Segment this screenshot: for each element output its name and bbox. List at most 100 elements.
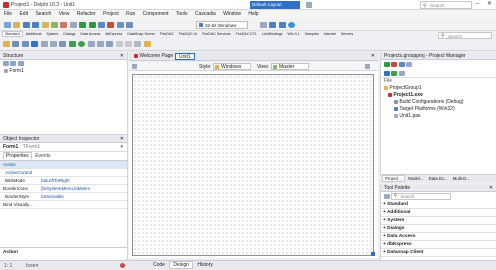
property-row-borderstyle[interactable]: BorderStyle bsSizeable: [0, 193, 127, 201]
structure-close-icon[interactable]: ✕: [120, 52, 124, 60]
menu-refactor[interactable]: Refactor: [77, 11, 96, 17]
structure-down-icon[interactable]: [17, 61, 24, 67]
menu-tools[interactable]: Tools: [176, 11, 188, 17]
menu-view[interactable]: View: [59, 11, 70, 17]
actionlist-component-icon[interactable]: [143, 41, 151, 47]
title-search-box[interactable]: ⚲ Search: [420, 1, 472, 9]
menu-search[interactable]: Search: [35, 11, 51, 17]
status-tab-history[interactable]: History: [194, 262, 216, 268]
groupbox-component-icon[interactable]: [115, 41, 123, 47]
palette-tab-win31[interactable]: Win 3.1: [285, 32, 301, 36]
pm-item-unit1[interactable]: Unit1.pas: [381, 113, 496, 120]
toggle-form-icon[interactable]: [69, 22, 77, 28]
new-icon[interactable]: [4, 22, 11, 28]
run-without-debug-icon[interactable]: [88, 22, 96, 28]
pm-refresh-icon[interactable]: [391, 71, 398, 77]
frame-component-icon[interactable]: [3, 41, 10, 47]
menu-help[interactable]: Help: [248, 11, 258, 17]
status-tab-code[interactable]: Code: [150, 262, 168, 268]
palette-category-system[interactable]: + System: [381, 217, 496, 225]
device-icon[interactable]: [260, 22, 267, 28]
palette-tab-internet[interactable]: Internet: [322, 32, 338, 36]
pm-item-build-config[interactable]: Build Configurations (Debug): [381, 99, 496, 106]
palette-tab-system[interactable]: System: [44, 32, 60, 36]
checkbox-component-icon[interactable]: [68, 41, 76, 47]
menu-component[interactable]: Component: [143, 11, 169, 17]
palette-tab-livebindings[interactable]: LiveBindings: [260, 32, 284, 36]
palette-category-dbexpress[interactable]: + dbExpress: [381, 241, 496, 249]
pm-item-projectgroup[interactable]: ProjectGroup1: [381, 85, 496, 92]
popup-menu-component-icon[interactable]: [21, 41, 29, 47]
palette-tab-servers[interactable]: Servers: [339, 32, 355, 36]
property-row-activecontrol[interactable]: ActiveControl: [0, 169, 127, 177]
palette-category-datasnap-client[interactable]: + Datasnap Client: [381, 249, 496, 257]
stop-icon[interactable]: [107, 22, 115, 28]
button-component-icon[interactable]: [59, 41, 67, 47]
editor-tab-welcome[interactable]: Welcome Page: [131, 53, 176, 60]
tab-model[interactable]: Model...: [406, 176, 425, 181]
pm-view-icon[interactable]: [398, 71, 405, 77]
layout-save-icon[interactable]: [306, 2, 312, 8]
menu-cascadia[interactable]: Cascadia: [195, 11, 216, 17]
bind-visually-link[interactable]: Bind Visually...: [0, 201, 127, 209]
palette-tab-standard[interactable]: Standard: [2, 31, 23, 37]
save-all-icon[interactable]: [32, 22, 40, 28]
property-row-action[interactable]: Action: [0, 161, 127, 169]
style-combo[interactable]: Windows: [213, 63, 251, 70]
structure-up-icon[interactable]: [10, 61, 17, 67]
palette-tab-firedac[interactable]: FireDAC: [158, 32, 176, 36]
step-over-icon[interactable]: [116, 22, 124, 28]
tab-properties[interactable]: Properties: [3, 152, 32, 159]
palette-search-box[interactable]: ⚲ Search: [438, 32, 492, 39]
palette-category-dialogs[interactable]: + Dialogs: [381, 225, 496, 233]
palette-tab-firedac-ui[interactable]: FireDAC UI: [177, 32, 199, 36]
add-file-icon[interactable]: [50, 22, 58, 28]
object-inspector-close-icon[interactable]: ✕: [120, 135, 124, 143]
tab-events[interactable]: Events: [33, 153, 52, 159]
structure-root-row[interactable]: Form1: [0, 68, 127, 75]
menu-edit[interactable]: Edit: [19, 11, 28, 17]
open-icon[interactable]: [13, 22, 21, 28]
palette-tab-datasnap-server[interactable]: DataSnap Server: [125, 32, 157, 36]
designer-align-icon[interactable]: [132, 64, 137, 69]
palette-tab-data-access[interactable]: Data Access: [78, 32, 102, 36]
edit-component-icon[interactable]: [40, 41, 48, 47]
pm-add-icon[interactable]: [384, 62, 390, 68]
palette-tab-additional[interactable]: Additional: [24, 32, 44, 36]
help-icon[interactable]: [288, 22, 296, 28]
main-menu-component-icon[interactable]: [12, 41, 20, 47]
editor-tab-unit1[interactable]: Unit1: [175, 53, 195, 60]
memo-component-icon[interactable]: [49, 41, 57, 47]
structure-sort-icon[interactable]: [3, 61, 9, 67]
listbox-component-icon[interactable]: [87, 41, 95, 47]
trace-into-icon[interactable]: [126, 22, 134, 28]
menu-file[interactable]: File: [4, 11, 12, 17]
palette-tab-dbexpress[interactable]: dbExpress: [103, 32, 124, 36]
tab-project[interactable]: Project...: [382, 175, 405, 182]
open-project-icon[interactable]: [41, 22, 49, 28]
label-component-icon[interactable]: [31, 41, 39, 47]
remove-file-icon[interactable]: [60, 22, 68, 28]
palette-tab-firedac-etl[interactable]: FireDAC ETL: [234, 32, 259, 36]
tool-palette-close-icon[interactable]: ✕: [489, 184, 493, 192]
tool-palette-search-box[interactable]: ⚲ Search: [391, 193, 452, 200]
pause-icon[interactable]: [97, 22, 105, 28]
pm-item-project-exe[interactable]: Project1.exe: [381, 92, 496, 99]
property-row-bordericons[interactable]: BorderIcons [biSystemMenu,biMinim: [0, 185, 127, 193]
palette-category-data-access[interactable]: + Data Access: [381, 233, 496, 241]
inspector-component-combo[interactable]: Form1 TForm1 ▾: [0, 143, 127, 152]
menu-project[interactable]: Project: [103, 11, 119, 17]
panel-component-icon[interactable]: [134, 41, 142, 47]
pm-options-icon[interactable]: [406, 62, 413, 68]
tool-palette-categories-icon[interactable]: [384, 194, 390, 199]
platform-combo[interactable]: 32-bit Windows: [196, 21, 248, 29]
view-combo[interactable]: Master: [271, 63, 309, 70]
pm-remove-icon[interactable]: [391, 62, 398, 68]
palette-tab-firedac-services[interactable]: FireDAC Services: [200, 32, 233, 36]
status-tab-design[interactable]: Design: [169, 261, 193, 269]
palette-tab-samples[interactable]: Samples: [303, 32, 321, 36]
radiobutton-component-icon[interactable]: [78, 41, 86, 47]
form-resize-handle[interactable]: [371, 252, 375, 256]
form-designer-grid[interactable]: [132, 74, 374, 256]
tab-multi-device[interactable]: Multi-D...: [451, 176, 472, 181]
